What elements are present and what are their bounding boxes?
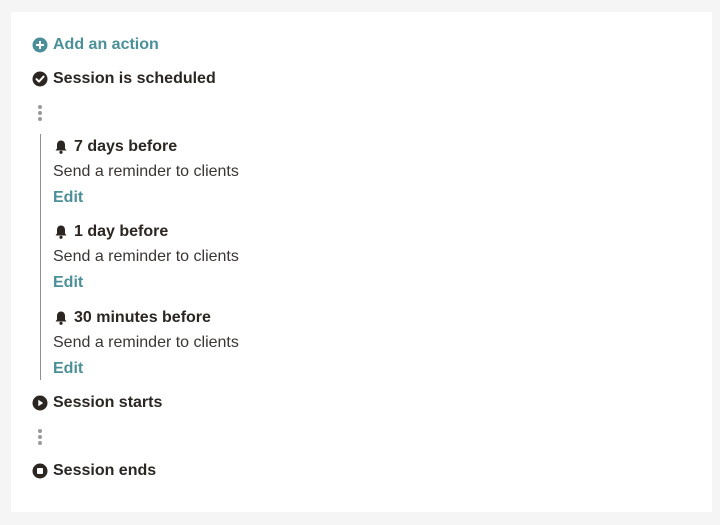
bell-icon (53, 139, 69, 155)
play-circle-icon (32, 395, 48, 411)
connector-dots (38, 429, 42, 447)
edit-reminder-link[interactable]: Edit (53, 359, 83, 379)
reminder-item: 1 day before Send a reminder to clients … (53, 222, 239, 293)
reminder-description: Send a reminder to clients (53, 163, 239, 180)
add-action-button[interactable]: Add an action (32, 35, 159, 55)
workflow-card: Add an action Session is scheduled 7 day… (11, 12, 712, 512)
timeline-line (40, 134, 41, 380)
milestone-label: Session starts (53, 394, 163, 411)
check-circle-icon (32, 71, 48, 87)
reminder-timing: 30 minutes before (74, 309, 211, 326)
milestone-session-ends: Session ends (32, 461, 156, 481)
reminder-description: Send a reminder to clients (53, 334, 239, 351)
bell-icon (53, 224, 69, 240)
edit-reminder-link[interactable]: Edit (53, 188, 83, 208)
stop-circle-icon (32, 463, 48, 479)
add-action-label: Add an action (53, 36, 159, 53)
milestone-session-scheduled: Session is scheduled (32, 69, 216, 89)
reminder-item: 7 days before Send a reminder to clients… (53, 137, 239, 208)
milestone-label: Session ends (53, 462, 157, 479)
reminder-timing: 1 day before (74, 223, 169, 240)
connector-dots (38, 105, 42, 123)
milestone-session-starts: Session starts (32, 393, 162, 413)
reminder-item: 30 minutes before Send a reminder to cli… (53, 308, 239, 379)
bell-icon (53, 310, 69, 326)
reminder-description: Send a reminder to clients (53, 248, 239, 265)
plus-circle-icon (32, 37, 48, 53)
reminder-timing: 7 days before (74, 138, 178, 155)
milestone-label: Session is scheduled (53, 70, 216, 87)
edit-reminder-link[interactable]: Edit (53, 273, 83, 293)
